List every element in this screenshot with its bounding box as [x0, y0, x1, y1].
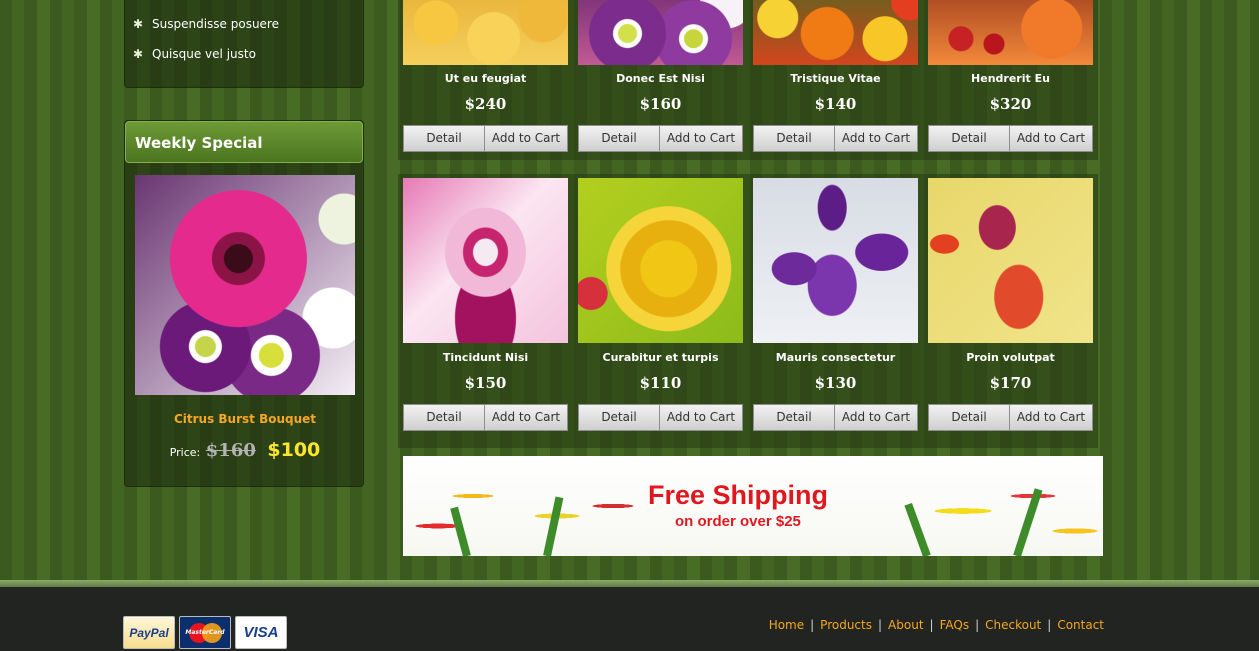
product-name[interactable]: Hendrerit Eu	[928, 72, 1093, 85]
product-name[interactable]: Proin volutpat	[928, 351, 1093, 364]
product-card: Proin volutpat $170 Detail Add to Cart	[923, 174, 1098, 448]
banner-subtitle: on order over $25	[675, 513, 801, 530]
detail-button[interactable]: Detail	[753, 125, 835, 152]
product-actions: Detail Add to Cart	[928, 125, 1093, 152]
footer: PayPal MasterCard VISA Home | Products |…	[0, 587, 1259, 651]
product-image[interactable]	[403, 0, 568, 65]
product-price: $170	[989, 374, 1032, 392]
footer-link-checkout[interactable]: Checkout	[985, 618, 1041, 632]
weekly-special-box: Weekly Special Citrus Burst Bouquet Pric…	[124, 120, 364, 487]
product-card: Curabitur et turpis $110 Detail Add to C…	[573, 174, 748, 448]
footer-link-products[interactable]: Products	[820, 618, 872, 632]
nav-separator: |	[810, 618, 815, 632]
tulip-stem-graphic	[1013, 488, 1043, 556]
product-card: Mauris consectetur $130 Detail Add to Ca…	[748, 174, 923, 448]
weekly-special-title: Weekly Special	[125, 121, 363, 163]
new-price: $100	[267, 439, 321, 461]
footer-divider	[0, 580, 1259, 587]
weekly-special-product-name[interactable]: Citrus Burst Bouquet	[125, 412, 365, 426]
product-image[interactable]	[928, 178, 1093, 343]
payment-icons: PayPal MasterCard VISA	[123, 616, 287, 649]
add-to-cart-button[interactable]: Add to Cart	[835, 125, 918, 152]
footer-link-faqs[interactable]: FAQs	[940, 618, 970, 632]
product-name[interactable]: Ut eu feugiat	[403, 72, 568, 85]
weekly-special-price: Price: $160 $100	[125, 439, 365, 461]
product-price: $150	[464, 374, 507, 392]
product-name[interactable]: Mauris consectetur	[753, 351, 918, 364]
product-price: $320	[989, 95, 1032, 113]
category-label: Quisque vel justo	[152, 47, 256, 61]
paypal-logo-text: PayPal	[129, 625, 169, 640]
detail-button[interactable]: Detail	[578, 125, 660, 152]
product-card: Hendrerit Eu $320 Detail Add to Cart	[923, 0, 1098, 160]
nav-separator: |	[975, 618, 980, 632]
product-image[interactable]	[928, 0, 1093, 65]
product-image[interactable]	[403, 178, 568, 343]
old-price: $160	[205, 440, 256, 461]
tulip-stem-graphic	[904, 502, 931, 556]
nav-separator: |	[878, 618, 883, 632]
detail-button[interactable]: Detail	[928, 404, 1010, 431]
detail-button[interactable]: Detail	[403, 404, 485, 431]
product-name[interactable]: Donec Est Nisi	[578, 72, 743, 85]
detail-button[interactable]: Detail	[753, 404, 835, 431]
product-actions: Detail Add to Cart	[578, 404, 743, 431]
product-actions: Detail Add to Cart	[403, 125, 568, 152]
product-actions: Detail Add to Cart	[928, 404, 1093, 431]
visa-logo-text: VISA	[243, 624, 279, 641]
star-bullet-icon: ✱	[133, 47, 144, 61]
product-price: $140	[814, 95, 857, 113]
product-actions: Detail Add to Cart	[403, 404, 568, 431]
mastercard-icon: MasterCard	[179, 616, 231, 649]
add-to-cart-button[interactable]: Add to Cart	[835, 404, 918, 431]
product-price: $110	[639, 374, 682, 392]
product-actions: Detail Add to Cart	[753, 125, 918, 152]
product-image[interactable]	[753, 0, 918, 65]
banner-title: Free Shipping	[648, 480, 829, 510]
nav-separator: |	[929, 618, 934, 632]
product-card: Tristique Vitae $140 Detail Add to Cart	[748, 0, 923, 160]
nav-separator: |	[1047, 618, 1052, 632]
category-item[interactable]: ✱ Quisque vel justo	[133, 44, 256, 64]
product-name[interactable]: Curabitur et turpis	[578, 351, 743, 364]
add-to-cart-button[interactable]: Add to Cart	[660, 404, 743, 431]
add-to-cart-button[interactable]: Add to Cart	[1010, 404, 1093, 431]
detail-button[interactable]: Detail	[928, 125, 1010, 152]
product-image[interactable]	[578, 0, 743, 65]
tulip-stem-graphic	[450, 506, 471, 556]
footer-link-home[interactable]: Home	[769, 618, 804, 632]
product-card: Tincidunt Nisi $150 Detail Add to Cart	[398, 174, 573, 448]
detail-button[interactable]: Detail	[403, 125, 485, 152]
free-shipping-banner[interactable]: Free Shipping on order over $25	[403, 456, 1103, 556]
footer-link-contact[interactable]: Contact	[1057, 618, 1104, 632]
detail-button[interactable]: Detail	[578, 404, 660, 431]
product-card: Ut eu feugiat $240 Detail Add to Cart	[398, 0, 573, 160]
price-label: Price:	[169, 446, 201, 459]
mastercard-logo-text: MasterCard	[185, 629, 225, 636]
product-image[interactable]	[578, 178, 743, 343]
product-image[interactable]	[753, 178, 918, 343]
category-label: Suspendisse posuere	[152, 17, 279, 31]
add-to-cart-button[interactable]: Add to Cart	[485, 404, 568, 431]
add-to-cart-button[interactable]: Add to Cart	[660, 125, 743, 152]
paypal-icon: PayPal	[123, 616, 175, 649]
product-card: Donec Est Nisi $160 Detail Add to Cart	[573, 0, 748, 160]
product-name[interactable]: Tincidunt Nisi	[403, 351, 568, 364]
tulip-stem-graphic	[543, 496, 564, 556]
product-price: $160	[639, 95, 682, 113]
category-item[interactable]: ✱ Suspendisse posuere	[133, 14, 279, 34]
footer-link-about[interactable]: About	[888, 618, 923, 632]
weekly-special-image[interactable]	[135, 175, 355, 395]
product-name[interactable]: Tristique Vitae	[753, 72, 918, 85]
star-bullet-icon: ✱	[133, 17, 144, 31]
product-actions: Detail Add to Cart	[753, 404, 918, 431]
add-to-cart-button[interactable]: Add to Cart	[485, 125, 568, 152]
footer-nav: Home | Products | About | FAQs | Checkou…	[769, 618, 1104, 632]
product-actions: Detail Add to Cart	[578, 125, 743, 152]
category-list: ✱ Suspendisse posuere ✱ Quisque vel just…	[124, 0, 364, 88]
visa-icon: VISA	[235, 616, 287, 649]
product-price: $240	[464, 95, 507, 113]
product-price: $130	[814, 374, 857, 392]
add-to-cart-button[interactable]: Add to Cart	[1010, 125, 1093, 152]
